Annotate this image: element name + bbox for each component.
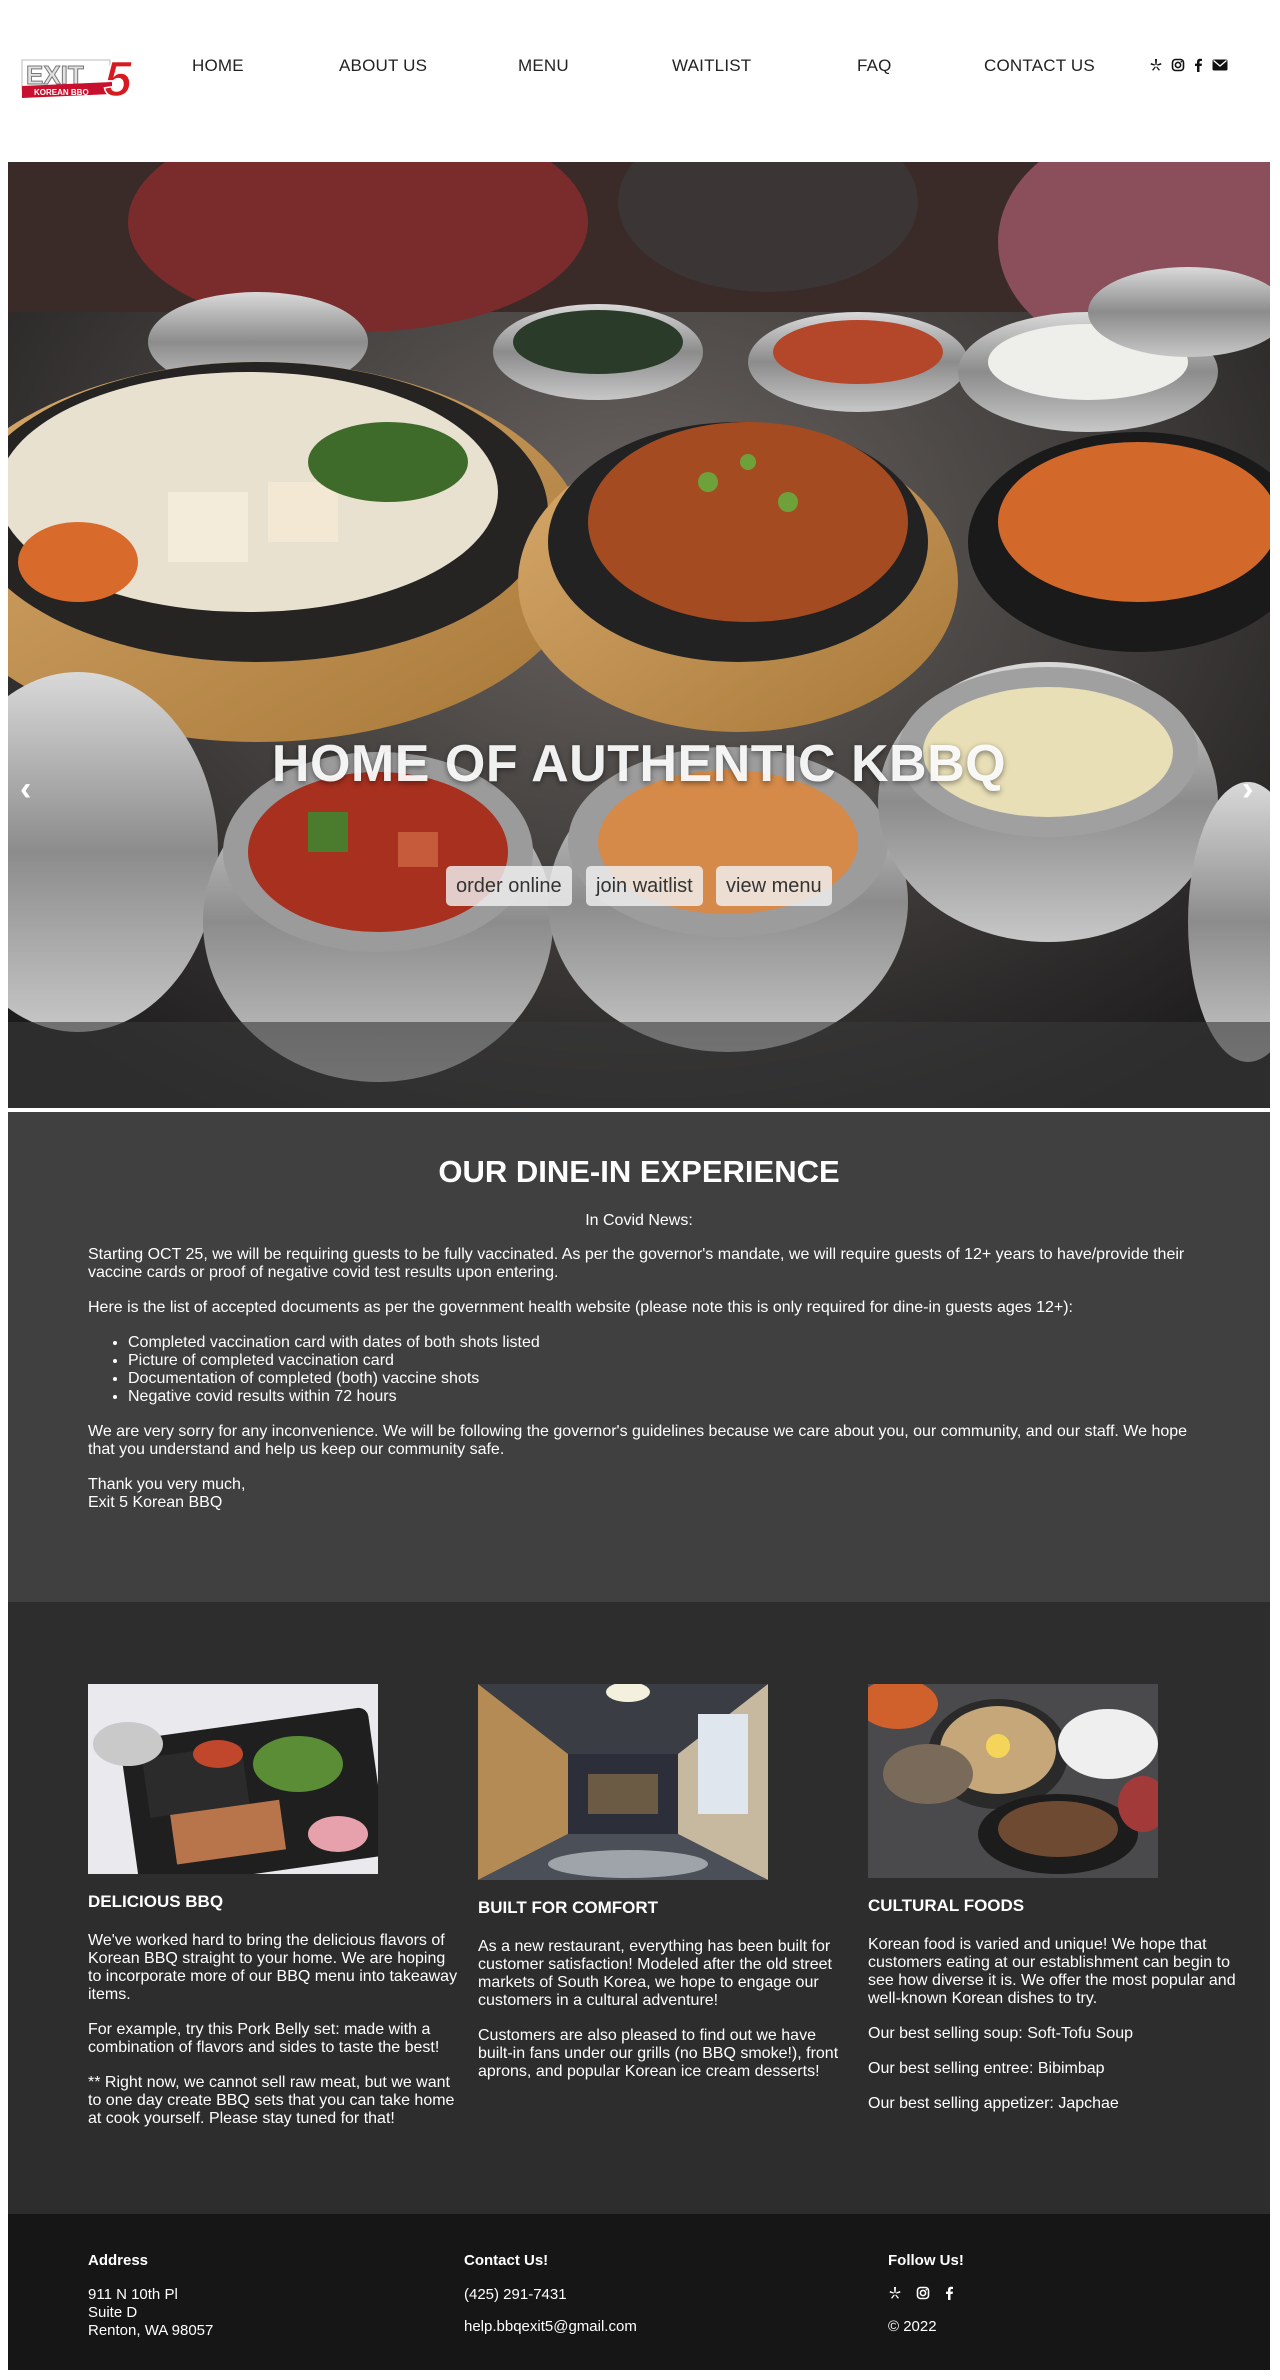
footer-social-links <box>888 2286 964 2304</box>
instagram-icon[interactable] <box>916 2286 930 2305</box>
site-header: EXIT KOREAN BBQ 5 HOME ABOUT US MENU WAI… <box>0 0 1280 160</box>
feature-text: We've worked hard to bring the delicious… <box>88 1932 458 2003</box>
copyright: © 2022 <box>888 2318 937 2335</box>
logo-number: 5 <box>104 52 133 107</box>
instagram-icon[interactable] <box>1170 56 1186 74</box>
feature-text: ** Right now, we cannot sell raw meat, b… <box>88 2074 455 2127</box>
order-online-button[interactable]: order online <box>446 866 572 906</box>
covid-notice: Starting OCT 25, we will be requiring gu… <box>88 1246 1208 1529</box>
list-item: Negative covid results within 72 hours <box>128 1388 1208 1406</box>
korean-dishes-photo <box>868 1684 1158 1878</box>
feature-text: For example, try this Pork Belly set: ma… <box>88 2021 440 2056</box>
exit5-logo[interactable]: EXIT KOREAN BBQ 5 <box>20 50 148 108</box>
address-line: Suite D <box>88 2304 138 2321</box>
feature-text: Our best selling entree: Bibimbap <box>868 2060 1105 2077</box>
signoff-thanks: Thank you very much, <box>88 1476 246 1493</box>
feature-title: BUILT FOR COMFORT <box>478 1898 659 1917</box>
email-icon[interactable] <box>1212 56 1228 74</box>
address-line: Renton, WA 98057 <box>88 2322 214 2339</box>
footer-address-heading: Address <box>88 2252 149 2269</box>
signoff-name: Exit 5 Korean BBQ <box>88 1494 223 1511</box>
restaurant-interior-photo <box>478 1684 768 1880</box>
phone-number[interactable]: (425) 291-7431 <box>464 2286 637 2304</box>
footer-contact: Contact Us! (425) 291-7431 help.bbqexit5… <box>464 2252 637 2336</box>
accepted-documents-intro: Here is the list of accepted documents a… <box>88 1299 1073 1316</box>
accepted-documents-list: Completed vaccination card with dates of… <box>88 1334 1208 1406</box>
facebook-icon[interactable] <box>944 2286 954 2305</box>
dine-in-section: OUR DINE-IN EXPERIENCE In Covid News: St… <box>8 1112 1270 1602</box>
feature-delicious-bbq: DELICIOUS BBQ We've worked hard to bring… <box>88 1684 458 2145</box>
nav-home[interactable]: HOME <box>192 56 244 76</box>
dine-in-title: OUR DINE-IN EXPERIENCE <box>438 1154 840 1189</box>
footer-follow-heading: Follow Us! <box>888 2252 964 2269</box>
carousel-prev-arrow[interactable]: ‹ <box>20 772 31 806</box>
feature-title: CULTURAL FOODS <box>868 1896 1025 1915</box>
footer-contact-heading: Contact Us! <box>464 2252 549 2269</box>
vaccine-requirement-text: Starting OCT 25, we will be requiring gu… <box>88 1246 1185 1281</box>
logo-tagline: KOREAN BBQ <box>34 88 89 97</box>
hero-buttons: order online join waitlist view menu <box>8 704 1270 906</box>
carousel-next-arrow[interactable]: › <box>1242 772 1253 806</box>
list-item: Picture of completed vaccination card <box>128 1352 1208 1370</box>
view-menu-button[interactable]: view menu <box>716 866 832 906</box>
feature-text: Korean food is varied and unique! We hop… <box>868 1936 1236 2007</box>
feature-title: DELICIOUS BBQ <box>88 1892 224 1911</box>
nav-contact-us[interactable]: CONTACT US <box>984 56 1095 76</box>
bbq-takeout-photo <box>88 1684 378 1874</box>
yelp-icon[interactable] <box>888 2286 902 2305</box>
nav-about-us[interactable]: ABOUT US <box>339 56 427 76</box>
site-footer: Address 911 N 10th Pl Suite D Renton, WA… <box>8 2214 1270 2370</box>
nav-faq[interactable]: FAQ <box>857 56 892 76</box>
hero-food-photo <box>8 162 1270 1108</box>
nav-waitlist[interactable]: WAITLIST <box>672 56 751 76</box>
list-item: Documentation of completed (both) vaccin… <box>128 1370 1208 1388</box>
join-waitlist-button[interactable]: join waitlist <box>586 866 703 906</box>
email-link[interactable]: help.bbqexit5@gmail.com <box>464 2318 637 2336</box>
covid-news-subtitle: In Covid News: <box>585 1212 693 1229</box>
footer-follow: Follow Us! © 2022 <box>888 2252 964 2336</box>
feature-text: Our best selling appetizer: Japchae <box>868 2095 1119 2112</box>
features-section: DELICIOUS BBQ We've worked hard to bring… <box>8 1602 1270 2214</box>
feature-cultural-foods: CULTURAL FOODS Korean food is varied and… <box>868 1684 1238 2130</box>
address-line: 911 N 10th Pl <box>88 2286 178 2303</box>
facebook-icon[interactable] <box>1190 56 1206 74</box>
hero-carousel: HOME OF AUTHENTIC KBBQ order online join… <box>8 162 1270 1108</box>
yelp-icon[interactable] <box>1148 56 1164 74</box>
list-item: Completed vaccination card with dates of… <box>128 1334 1208 1352</box>
apology-text: We are very sorry for any inconvenience.… <box>88 1423 1188 1458</box>
nav-menu[interactable]: MENU <box>518 56 569 76</box>
feature-built-for-comfort: BUILT FOR COMFORT As a new restaurant, e… <box>478 1684 848 2098</box>
feature-text: Customers are also pleased to find out w… <box>478 2027 839 2080</box>
feature-text: Our best selling soup: Soft-Tofu Soup <box>868 2025 1134 2042</box>
footer-address: Address 911 N 10th Pl Suite D Renton, WA… <box>88 2252 213 2340</box>
feature-text: As a new restaurant, everything has been… <box>478 1938 832 2009</box>
signoff: Thank you very much, Exit 5 Korean BBQ <box>88 1476 1208 1512</box>
